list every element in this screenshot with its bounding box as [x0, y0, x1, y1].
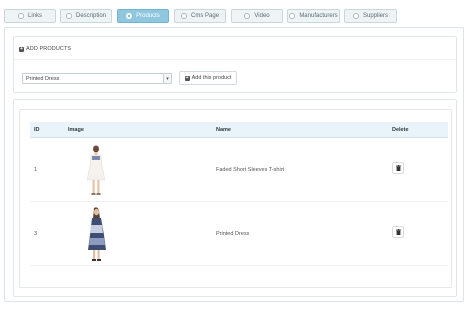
- product-select[interactable]: Printed Dress ▾: [22, 73, 172, 84]
- radio-icon: [65, 13, 72, 19]
- radio-icon: [180, 13, 187, 19]
- table-row: 1 Faded Short Sleeves T-shirt: [30, 138, 448, 202]
- column-header-image: Image: [68, 127, 84, 133]
- radio-icon: [352, 13, 359, 19]
- delete-button[interactable]: [392, 162, 404, 174]
- table-row: 3 Printed Dress: [30, 202, 448, 266]
- tab-description[interactable]: Description: [60, 9, 112, 23]
- divider: [14, 59, 456, 60]
- product-id: 1: [34, 167, 38, 173]
- product-photo-white-dress-icon: [78, 141, 114, 199]
- product-list-panel: ID Image Name Delete 1 Faded Short Sleev…: [13, 99, 457, 297]
- tab-products[interactable]: Products: [117, 9, 169, 23]
- products-tab-content: + ADD PRODUCTS Printed Dress ▾ + Add thi…: [4, 27, 464, 302]
- product-list-container: ID Image Name Delete 1 Faded Short Sleev…: [19, 109, 452, 288]
- add-this-product-button[interactable]: + Add this product: [179, 71, 237, 85]
- product-id: 3: [34, 231, 38, 237]
- trash-icon: [395, 165, 401, 171]
- products-table: ID Image Name Delete 1 Faded Short Sleev…: [30, 122, 448, 266]
- delete-button[interactable]: [392, 226, 404, 238]
- tab-suppliers[interactable]: Suppliers: [344, 9, 397, 23]
- radio-icon: [126, 13, 133, 19]
- radio-icon: [289, 13, 296, 19]
- radio-icon: [17, 13, 24, 19]
- tab-bar: Links Description Products Cms Page Vide…: [4, 9, 464, 23]
- radio-icon: [244, 13, 251, 19]
- plus-square-icon: +: [19, 45, 24, 52]
- chevron-down-icon: ▾: [163, 74, 171, 83]
- column-header-id: ID: [34, 127, 40, 133]
- plus-square-icon: +: [184, 74, 190, 81]
- column-header-name: Name: [216, 127, 231, 133]
- product-name: Printed Dress: [216, 231, 250, 237]
- trash-icon: [395, 229, 401, 235]
- tab-manufacturers[interactable]: Manufacturers: [287, 9, 340, 23]
- tab-links[interactable]: Links: [4, 9, 56, 23]
- product-name: Faded Short Sleeves T-shirt: [216, 167, 285, 173]
- column-header-delete: Delete: [392, 127, 409, 133]
- product-photo-printed-dress-icon: [78, 205, 114, 263]
- tab-cms-page[interactable]: Cms Page: [174, 9, 226, 23]
- add-products-panel: + ADD PRODUCTS Printed Dress ▾ + Add thi…: [13, 36, 457, 93]
- tab-video[interactable]: Video: [231, 9, 283, 23]
- table-header: ID Image Name Delete: [30, 122, 448, 138]
- panel-heading: + ADD PRODUCTS: [19, 45, 72, 52]
